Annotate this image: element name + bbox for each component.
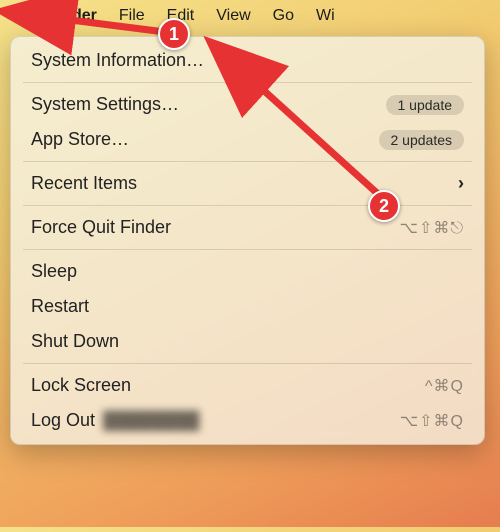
- menu-lock-screen[interactable]: Lock Screen ^⌘Q: [11, 368, 484, 403]
- menubar-view[interactable]: View: [216, 7, 250, 25]
- chevron-right-icon: ›: [458, 173, 464, 194]
- keyboard-shortcut: ^⌘Q: [425, 376, 464, 396]
- menu-recent-items[interactable]: Recent Items ›: [11, 166, 484, 201]
- menu-label: App Store…: [31, 129, 129, 150]
- menubar-go[interactable]: Go: [273, 7, 294, 25]
- menubar: Finder File Edit View Go Wi: [0, 0, 500, 32]
- menubar-wi-truncated[interactable]: Wi: [316, 7, 335, 25]
- menu-label: Recent Items: [31, 173, 137, 194]
- menu-label: Force Quit Finder: [31, 217, 171, 238]
- menu-label: Lock Screen: [31, 375, 131, 396]
- menu-app-store[interactable]: App Store… 2 updates: [11, 122, 484, 157]
- menubar-file[interactable]: File: [119, 7, 145, 25]
- menu-sleep[interactable]: Sleep: [11, 254, 484, 289]
- menu-label: Shut Down: [31, 331, 119, 352]
- menu-separator: [23, 82, 472, 83]
- update-badge: 2 updates: [379, 130, 465, 150]
- redacted-username: ████████: [103, 411, 199, 431]
- apple-menu-icon[interactable]: [6, 12, 26, 20]
- menu-log-out[interactable]: Log Out ████████ ⌥⇧⌘Q: [11, 403, 484, 438]
- menu-label: System Settings…: [31, 94, 179, 115]
- menubar-edit[interactable]: Edit: [167, 7, 195, 25]
- menu-force-quit[interactable]: Force Quit Finder ⌥⇧⌘⎋: [11, 210, 484, 245]
- menu-separator: [23, 161, 472, 162]
- menu-system-information[interactable]: System Information…: [11, 43, 484, 78]
- menu-separator: [23, 249, 472, 250]
- menu-shut-down[interactable]: Shut Down: [11, 324, 484, 359]
- menu-label: System Information…: [31, 50, 204, 71]
- menu-system-settings[interactable]: System Settings… 1 update: [11, 87, 484, 122]
- menu-separator: [23, 205, 472, 206]
- menu-separator: [23, 363, 472, 364]
- menu-restart[interactable]: Restart: [11, 289, 484, 324]
- menubar-finder[interactable]: Finder: [48, 7, 97, 25]
- menu-label: Log Out: [31, 410, 95, 431]
- keyboard-shortcut: ⌥⇧⌘⎋: [400, 218, 465, 238]
- menu-label: Sleep: [31, 261, 77, 282]
- menu-label: Restart: [31, 296, 89, 317]
- keyboard-shortcut: ⌥⇧⌘Q: [400, 411, 464, 431]
- update-badge: 1 update: [386, 95, 465, 115]
- apple-menu-dropdown: System Information… System Settings… 1 u…: [10, 36, 485, 445]
